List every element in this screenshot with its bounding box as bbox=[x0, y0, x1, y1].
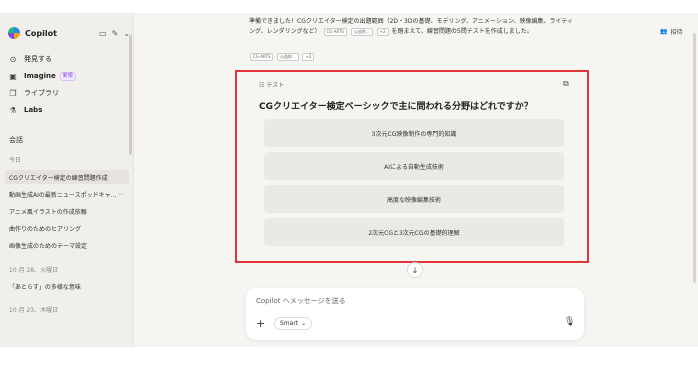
source-chip[interactable]: 公益財... bbox=[277, 53, 299, 61]
mode-selector[interactable]: Smart ⌄ bbox=[274, 317, 313, 330]
source-chip[interactable]: +2 bbox=[302, 53, 315, 61]
new-chat-icon[interactable]: ✎ bbox=[112, 29, 119, 38]
message-text: を踏まえて、練習問題の5問テストを作成しました。 bbox=[391, 28, 533, 35]
message-line: ング、レンダリングなど） CG-ARTS 公益財... +2 を踏まえて、練習問… bbox=[249, 27, 609, 37]
arrow-down-icon: ↓ bbox=[411, 265, 419, 275]
conversations-heading: 会話 bbox=[9, 136, 23, 144]
main-scrollbar[interactable] bbox=[693, 33, 696, 283]
brand-name: Copilot bbox=[25, 28, 57, 38]
invite-button[interactable]: 👥 招待 bbox=[660, 27, 683, 36]
new-badge: 新規 bbox=[59, 71, 76, 81]
date-group: 10 月 28、火曜日 bbox=[9, 267, 59, 274]
quiz-option[interactable]: 2次元CGと3次元CGの基礎的理解 bbox=[264, 218, 564, 246]
quiz-option[interactable]: AIによる自動生成技術 bbox=[264, 152, 564, 180]
people-icon: 👥 bbox=[660, 28, 668, 35]
nav-item-imagine[interactable]: ▣ Imagine 新規 bbox=[8, 68, 128, 84]
add-attachment-icon[interactable]: + bbox=[256, 317, 265, 330]
message-input[interactable]: Copilot へメッセージを送る bbox=[256, 296, 346, 306]
sources-row: CG-ARTS 公益財... +2 bbox=[249, 53, 315, 61]
library-icon: ❐ bbox=[9, 88, 17, 98]
more-options-icon[interactable]: ⋯ bbox=[118, 191, 124, 198]
nav-item-labs[interactable]: ⚗ Labs bbox=[8, 102, 128, 118]
conversation-title: 動画生成AIの最新ニュースポッドキャ... bbox=[9, 191, 117, 199]
conversation-item[interactable]: アニメ風イラストの作成依頼 bbox=[5, 204, 129, 218]
conversation-title: CGクリエイター検定の練習問題作成 bbox=[9, 174, 108, 182]
compass-icon: ⊙ bbox=[9, 54, 17, 64]
nav-label: 発見する bbox=[24, 55, 52, 63]
quiz-question: CGクリエイター検定ベーシックで主に問われる分野はどれですか？ bbox=[259, 102, 533, 112]
conversation-item[interactable]: 曲作りのためのヒアリング bbox=[5, 221, 129, 235]
sidebar-header: Copilot ▭ ✎ ⌄ bbox=[8, 23, 130, 43]
chevron-down-icon: ⌄ bbox=[301, 320, 307, 327]
sidebar-header-actions: ▭ ✎ ⌄ bbox=[99, 29, 130, 38]
quiz-header: ☷ テスト bbox=[259, 80, 284, 89]
nav-label: Imagine bbox=[24, 72, 56, 80]
scroll-down-button[interactable]: ↓ bbox=[407, 262, 423, 278]
sidebar-toggle-icon[interactable]: ▭ bbox=[99, 29, 107, 38]
conversation-item[interactable]: 「あとらす」の多様な意味 bbox=[5, 279, 129, 293]
citation-chip[interactable]: CG-ARTS bbox=[323, 27, 347, 36]
conversation-title: 「あとらす」の多様な意味 bbox=[9, 283, 81, 291]
flask-icon: ⚗ bbox=[9, 105, 17, 115]
previous-assistant-message: 準備できました！CGクリエイター検定の出題範囲（2D・3Dの基礎、モデリング、ア… bbox=[249, 17, 609, 37]
conversation-title: アニメ風イラストの作成依頼 bbox=[9, 208, 87, 216]
microphone-icon[interactable]: 🎙 bbox=[564, 317, 575, 327]
conversation-item[interactable]: 動画生成AIの最新ニュースポッドキャ... ⋯ bbox=[5, 187, 129, 201]
nav-item-library[interactable]: ❐ ライブラリ bbox=[8, 85, 128, 101]
nav-item-discover[interactable]: ⊙ 発見する bbox=[8, 51, 128, 67]
mode-label: Smart bbox=[280, 320, 299, 327]
conversation-title: 曲作りのためのヒアリング bbox=[9, 225, 82, 233]
open-editor-icon[interactable]: ⧉ bbox=[563, 79, 569, 89]
copilot-app: Copilot ▭ ✎ ⌄ ⊙ 発見する ▣ Imagine 新規 ❐ ライブラ… bbox=[0, 0, 698, 365]
sidebar: Copilot ▭ ✎ ⌄ ⊙ 発見する ▣ Imagine 新規 ❐ ライブラ… bbox=[0, 13, 134, 347]
conversation-item[interactable]: CGクリエイター検定の練習問題作成 bbox=[5, 170, 129, 184]
conversation-title: 画像生成のためのテーマ設定 bbox=[9, 242, 88, 250]
citation-chip[interactable]: +2 bbox=[376, 27, 389, 36]
message-text: ング、レンダリングなど） bbox=[249, 28, 321, 35]
citation-chip[interactable]: 公益財... bbox=[350, 27, 373, 36]
invite-label: 招待 bbox=[670, 29, 683, 36]
message-line: 準備できました！CGクリエイター検定の出題範囲（2D・3Dの基礎、モデリング、ア… bbox=[249, 18, 573, 25]
source-chip[interactable]: CG-ARTS bbox=[250, 53, 274, 61]
chat-main: 準備できました！CGクリエイター検定の出題範囲（2D・3Dの基礎、モデリング、ア… bbox=[134, 13, 698, 347]
message-composer: Copilot へメッセージを送る + Smart ⌄ 🎙 bbox=[246, 288, 584, 340]
conversation-item[interactable]: 画像生成のためのテーマ設定 bbox=[5, 238, 129, 252]
bottom-margin bbox=[0, 347, 698, 365]
nav-label: ライブラリ bbox=[24, 89, 59, 97]
copilot-logo-icon bbox=[8, 27, 20, 39]
image-icon: ▣ bbox=[9, 71, 17, 81]
quiz-header-label: テスト bbox=[266, 82, 285, 89]
top-margin bbox=[0, 0, 698, 13]
date-group: 10 月 23、木曜日 bbox=[9, 307, 59, 314]
nav-label: Labs bbox=[24, 106, 43, 114]
date-group-today: 今日 bbox=[9, 157, 22, 164]
quiz-option[interactable]: 3次元CG映像制作の専門的知識 bbox=[264, 119, 564, 147]
quiz-option[interactable]: 高度な映像編集技術 bbox=[264, 185, 564, 213]
sidebar-scrollbar[interactable] bbox=[129, 35, 132, 155]
